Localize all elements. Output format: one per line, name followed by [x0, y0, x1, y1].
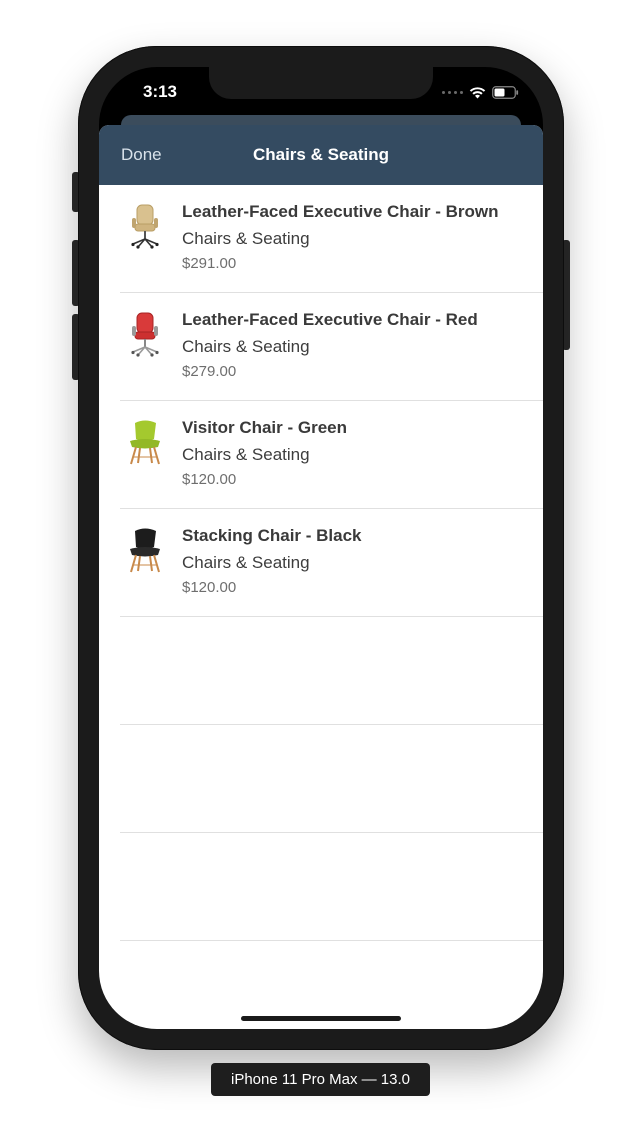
product-category: Chairs & Seating [182, 337, 310, 356]
visitor-chair-icon [126, 419, 164, 465]
wifi-icon [469, 86, 486, 99]
list-item-text: Visitor Chair - Green Chairs & Seating $… [182, 417, 535, 490]
product-sheet: Done Chairs & Seating Leather-Faced Exec… [99, 125, 543, 1029]
product-category: Chairs & Seating [182, 445, 310, 464]
simulator-stage: 3:13 Done Chairs & Seating Leather-Faced… [0, 0, 642, 1140]
product-price: $120.00 [182, 579, 237, 596]
product-list: Leather-Faced Executive Chair - Brown Ch… [99, 185, 543, 941]
empty-row [120, 725, 543, 833]
executive-chair-icon [126, 203, 164, 249]
navigation-bar: Done Chairs & Seating [99, 125, 543, 185]
product-name: Visitor Chair - Green [182, 418, 348, 437]
stacking-chair-icon [126, 527, 164, 573]
product-name: Leather-Faced Executive Chair - Red [182, 310, 478, 329]
list-item-text: Leather-Faced Executive Chair - Brown Ch… [182, 201, 535, 274]
cellular-signal-icon [442, 90, 463, 94]
product-category: Chairs & Seating [182, 229, 310, 248]
list-item-text: Leather-Faced Executive Chair - Red Chai… [182, 309, 535, 382]
list-item[interactable]: Leather-Faced Executive Chair - Brown Ch… [120, 185, 543, 293]
list-item[interactable]: Leather-Faced Executive Chair - Red Chai… [120, 293, 543, 401]
product-name: Stacking Chair - Black [182, 526, 362, 545]
status-time: 3:13 [142, 82, 178, 101]
done-button[interactable]: Done [121, 125, 162, 185]
list-item[interactable]: Stacking Chair - Black Chairs & Seating … [120, 509, 543, 617]
status-icons [442, 85, 519, 99]
list-item[interactable]: Visitor Chair - Green Chairs & Seating $… [120, 401, 543, 509]
notch [209, 67, 433, 99]
battery-icon [492, 85, 519, 99]
phone-frame: 3:13 Done Chairs & Seating Leather-Faced… [78, 46, 564, 1050]
empty-row [120, 617, 543, 725]
product-price: $291.00 [182, 255, 237, 272]
executive-chair-icon [126, 311, 164, 357]
empty-row [120, 833, 543, 941]
device-label: iPhone 11 Pro Max — 13.0 [211, 1063, 430, 1096]
product-category: Chairs & Seating [182, 553, 310, 572]
list-item-text: Stacking Chair - Black Chairs & Seating … [182, 525, 535, 598]
home-indicator[interactable] [241, 1016, 401, 1021]
product-name: Leather-Faced Executive Chair - Brown [182, 202, 499, 221]
product-price: $120.00 [182, 471, 237, 488]
product-price: $279.00 [182, 363, 237, 380]
phone-screen: 3:13 Done Chairs & Seating Leather-Faced… [99, 67, 543, 1029]
page-title: Chairs & Seating [252, 145, 390, 164]
